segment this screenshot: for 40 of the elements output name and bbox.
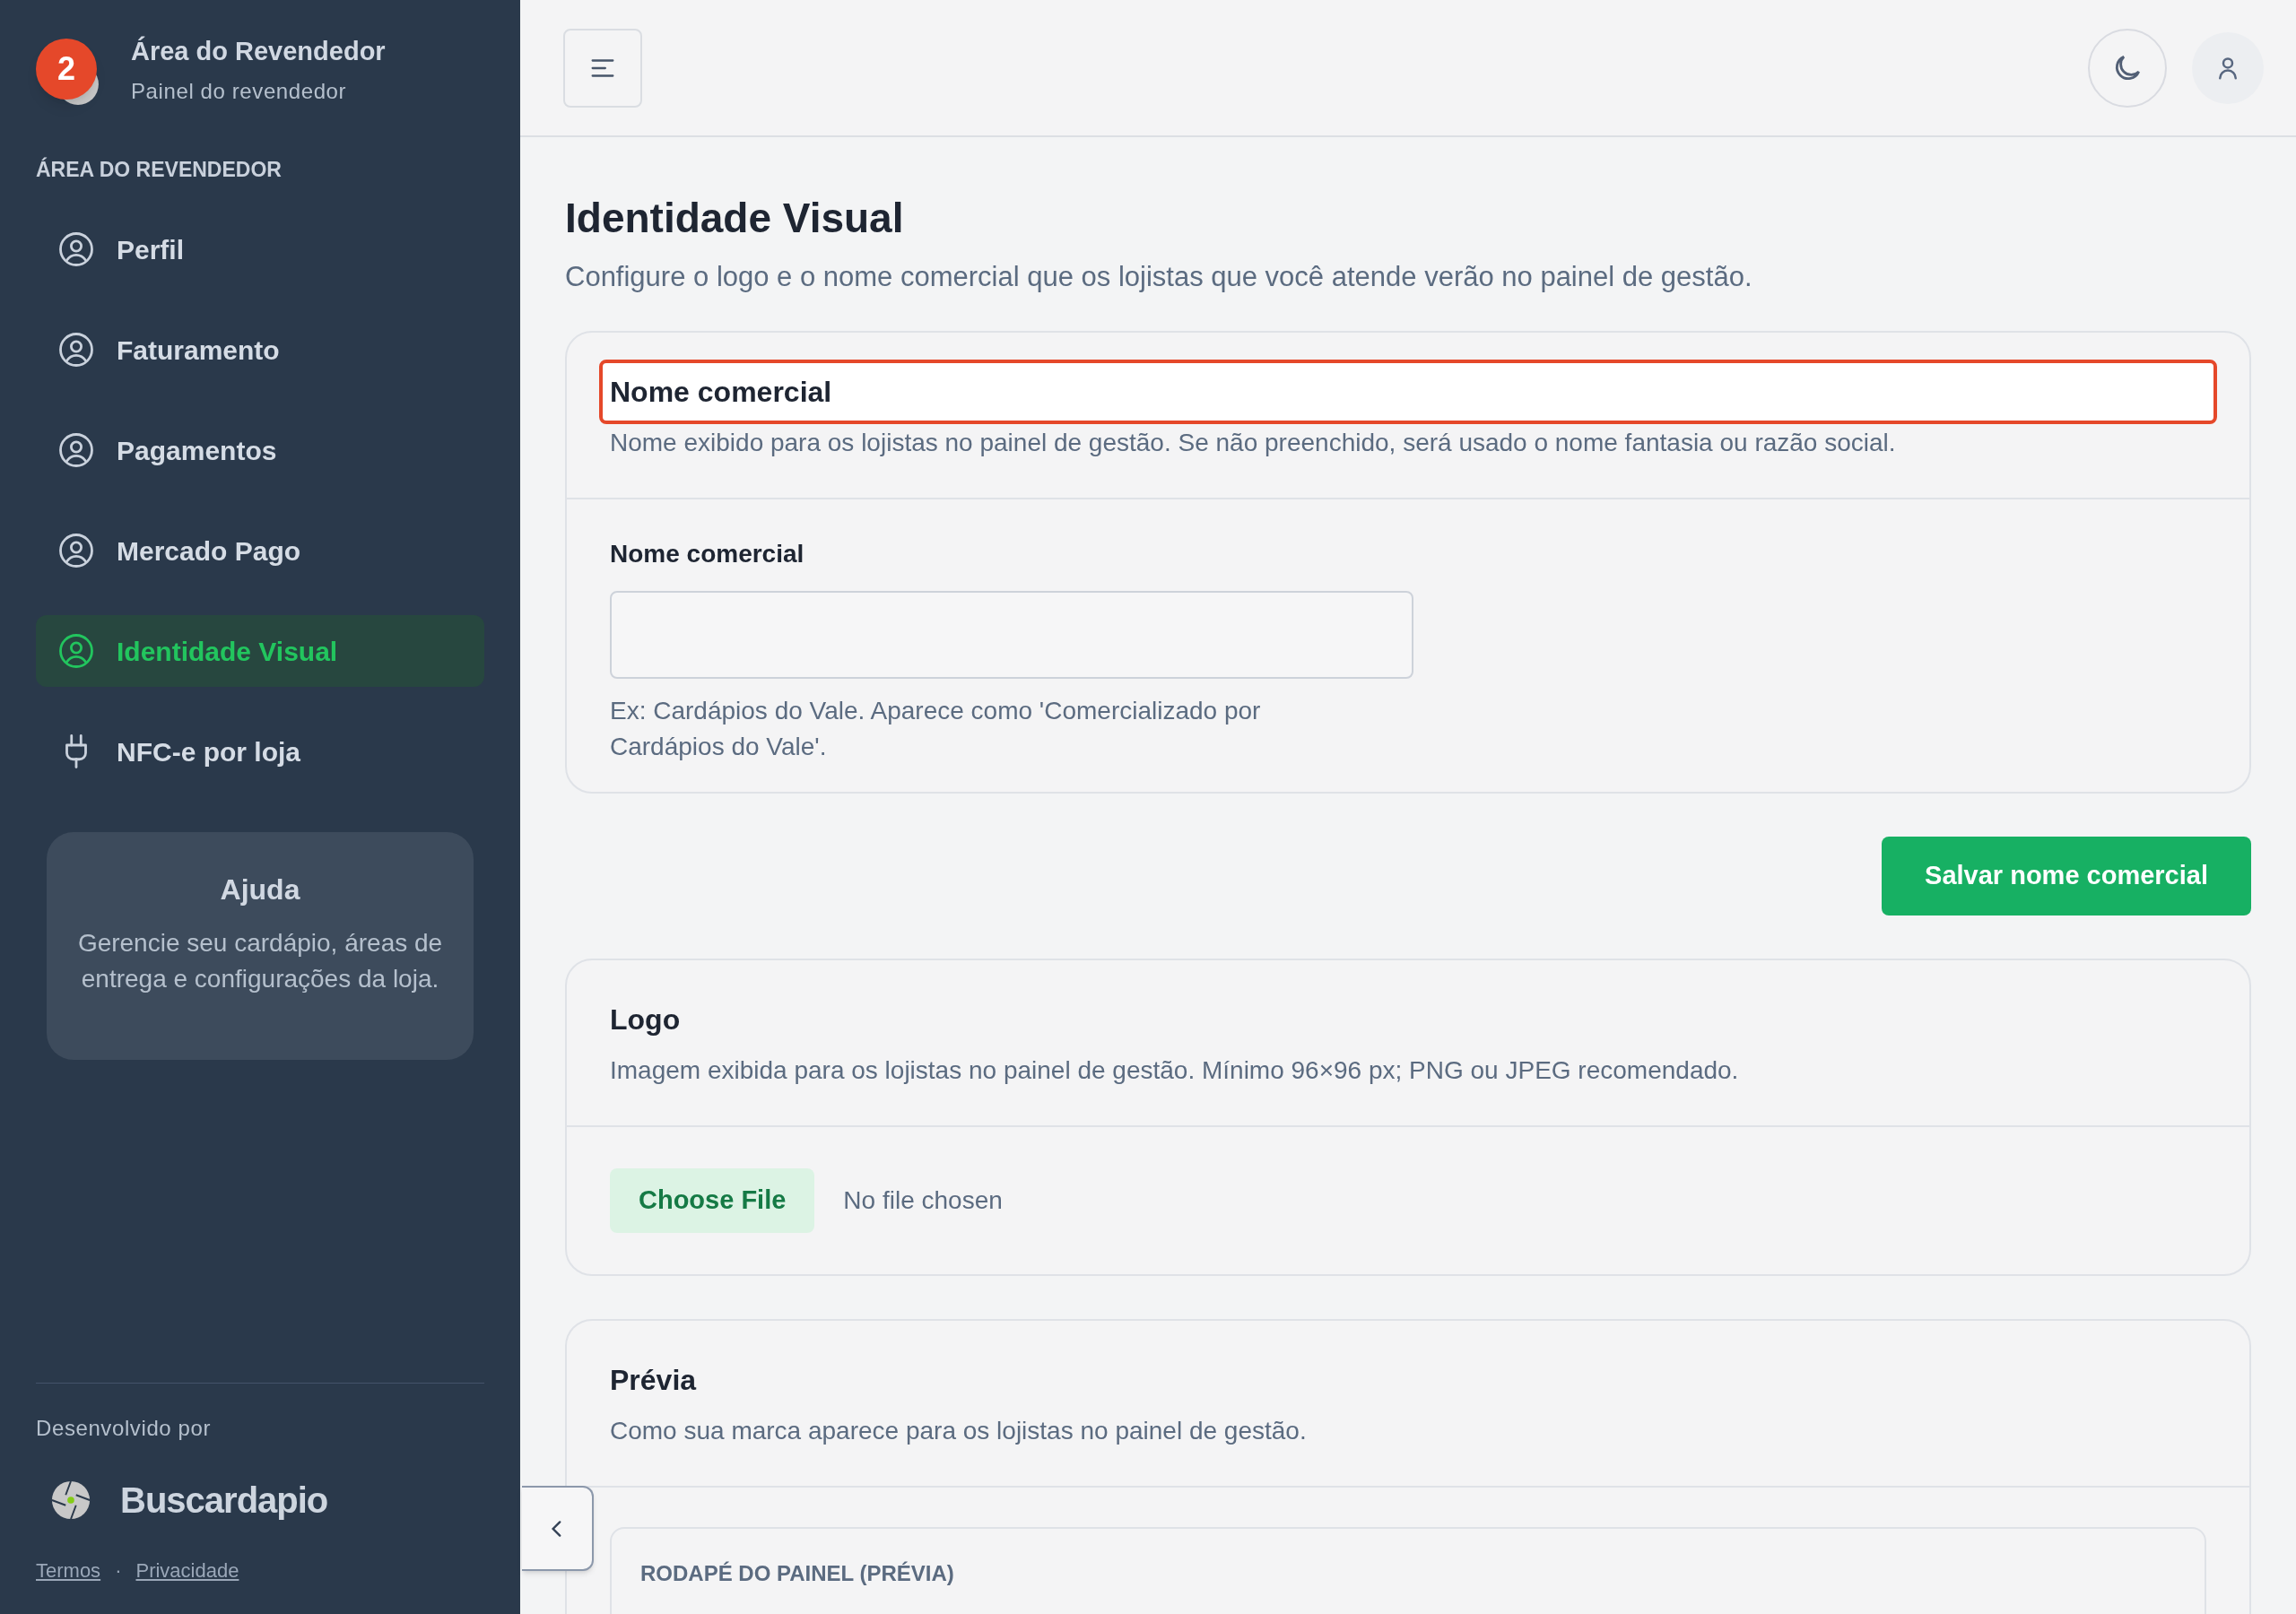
page-title: Identidade Visual	[565, 194, 905, 243]
choose-file-button[interactable]: Choose File	[610, 1167, 815, 1233]
app-title: Área do Revendedor	[131, 35, 386, 67]
notification-badge: 2	[36, 38, 97, 100]
sidebar-item[interactable]: NFC-e por loja	[36, 716, 484, 787]
user-circle-icon	[57, 230, 95, 268]
help-title: Ajuda	[220, 872, 300, 907]
input-field[interactable]	[610, 590, 1413, 679]
page-subtitle: Configure o logo e o nome comercial que os lojistas que você atende verão no painel de gestão.	[565, 260, 1753, 294]
app-subtitle: Painel do revendedor	[131, 77, 348, 105]
user-circle-icon	[57, 431, 95, 469]
section-heading: ÁREA DO REVENDEDOR	[36, 156, 283, 183]
brand-name: Buscardapio	[120, 1480, 328, 1522]
separator-dot: ·	[115, 1558, 122, 1584]
aperture-logo-icon	[50, 1480, 91, 1521]
field-hint: Ex: Cardápios do Vale. Aparece como 'Comercializado por Cardápios do Vale'.	[610, 695, 1262, 762]
sidebar-item[interactable]: Faturamento	[36, 314, 484, 386]
user-circle-icon	[57, 532, 95, 569]
card-description: Nome exibido para os lojistas no painel de gestão. Se não preenchido, será usado o nome fantasia ou razão social.	[609, 427, 1897, 458]
sidebar-item[interactable]: Mercado Pago	[36, 515, 484, 586]
help-text: Gerencie seu cardápio, áreas de entrega e configurações da loja.	[76, 928, 444, 994]
sidebar-item[interactable]: Perfil	[36, 213, 484, 285]
collapse-sidebar-button[interactable]	[522, 1486, 594, 1571]
menu-button[interactable]	[563, 28, 642, 108]
privacy-link[interactable]: Privacidade	[135, 1556, 239, 1585]
file-status: No file chosen	[843, 1184, 1003, 1216]
field-label: Nome comercial	[610, 538, 805, 569]
sidebar-item[interactable]: Pagamentos	[36, 414, 484, 486]
user-circle-icon	[57, 632, 95, 670]
sidebar-item[interactable]: Identidade Visual	[36, 615, 484, 687]
card-title: Logo	[610, 1002, 682, 1037]
developed-by-label: Desenvolvido por	[36, 1415, 213, 1442]
footer-preview-label: RODAPÉ DO PAINEL (PRÉVIA)	[640, 1560, 954, 1585]
theme-toggle-button[interactable]	[2088, 28, 2167, 108]
terms-link[interactable]: Termos	[36, 1556, 101, 1585]
card-title: Prévia	[610, 1362, 698, 1398]
user-circle-icon	[57, 331, 95, 369]
card-description: Como sua marca aparece para os lojistas no painel de gestão.	[610, 1415, 1308, 1446]
card-title: Nome comercial	[599, 359, 2217, 424]
card-description: Imagem exibida para os lojistas no painel de gestão. Mínimo 96×96 px; PNG ou JPEG recomendado.	[610, 1054, 1740, 1086]
